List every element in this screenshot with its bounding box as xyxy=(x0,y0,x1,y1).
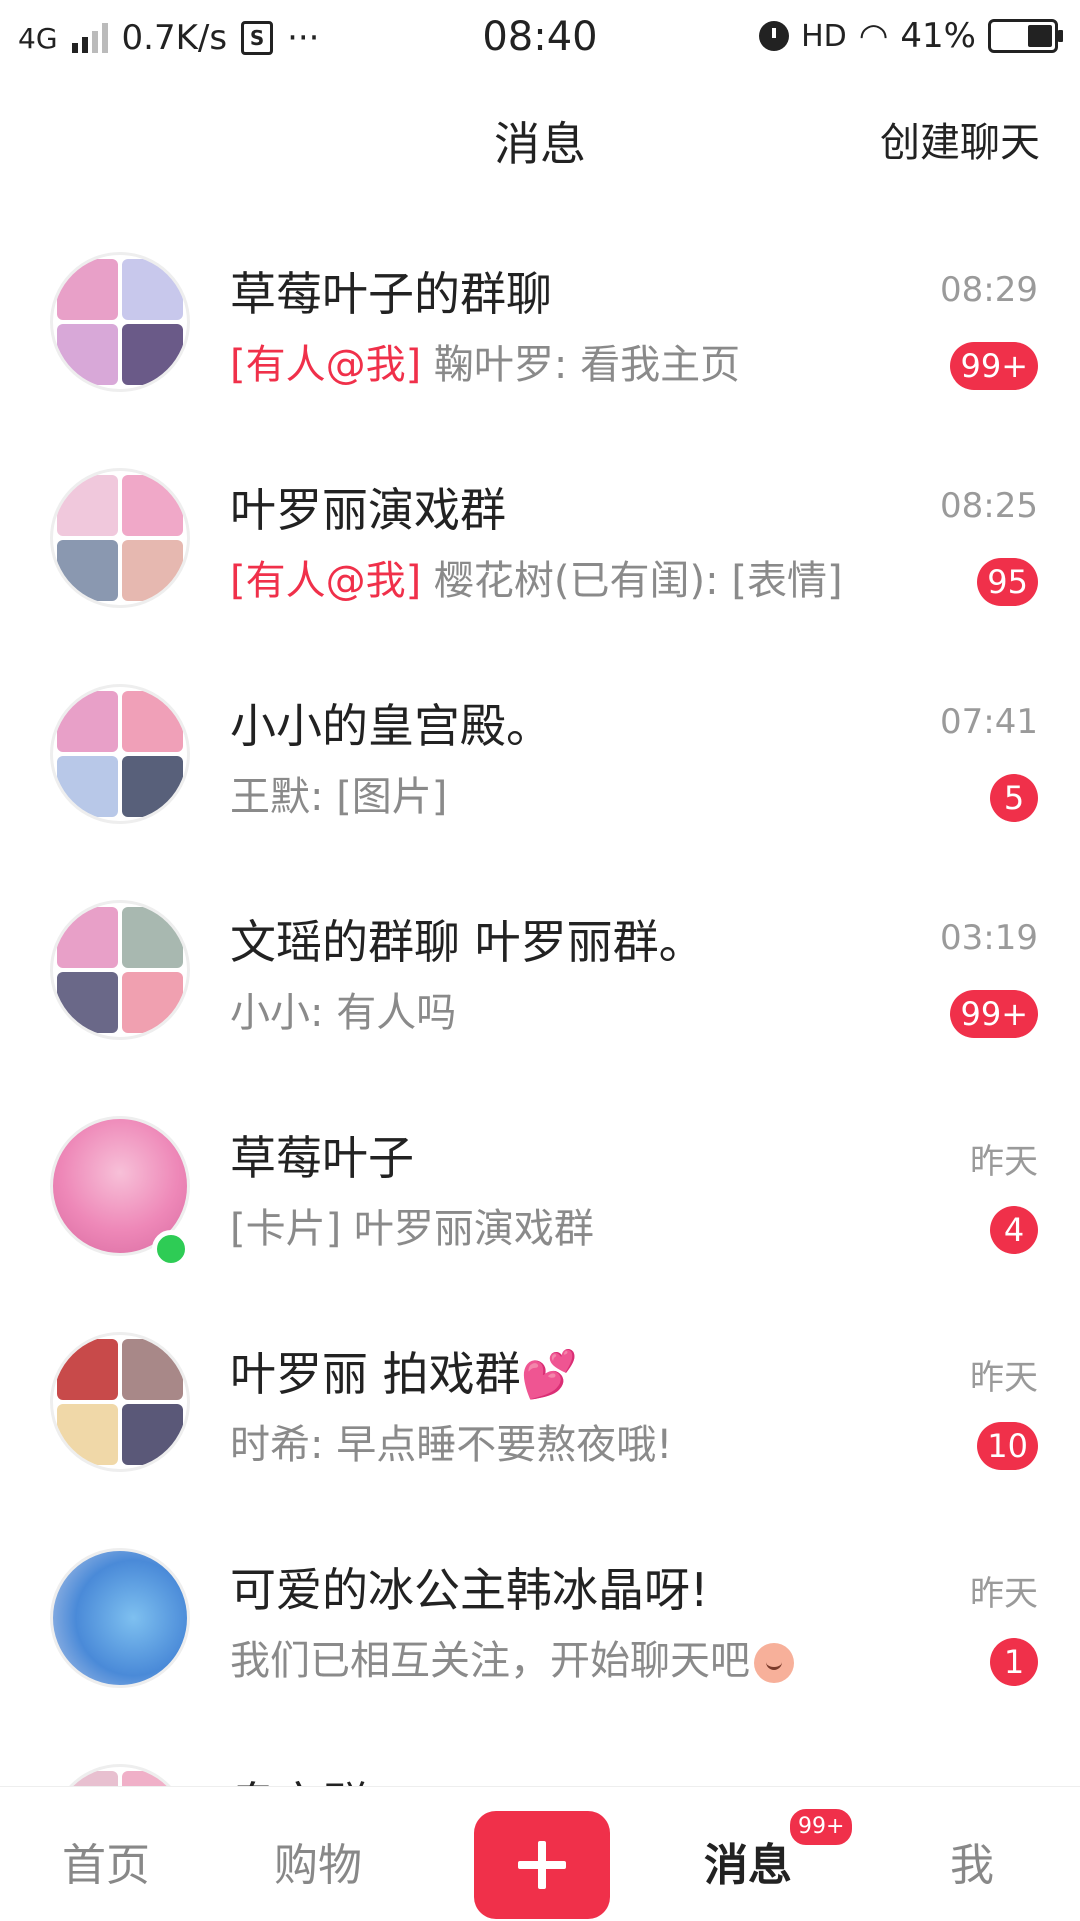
nav-messages-badge: 99+ xyxy=(788,1807,855,1847)
create-chat-button[interactable]: 创建聊天 xyxy=(880,110,1040,168)
conversation-name: 文瑶的群聊 叶罗丽群。 xyxy=(230,915,705,969)
conversation-time: 08:29 xyxy=(940,270,1038,310)
unread-badge: 4 xyxy=(990,1206,1038,1254)
peach-emoji-icon xyxy=(754,1643,794,1683)
create-post-plus-button[interactable] xyxy=(474,1811,610,1919)
conversation-preview: 小小: 有人吗 xyxy=(230,980,456,1038)
conversation-time: 03:19 xyxy=(940,918,1038,958)
nav-messages[interactable]: 消息 xyxy=(704,1829,792,1893)
page-header: 消息 创建聊天 xyxy=(0,96,1080,176)
preview-text: 时希: 早点睡不要熬夜哦! xyxy=(230,1422,673,1468)
wifi-icon: ◠ xyxy=(858,16,889,56)
conversation-item[interactable]: 叶罗丽 拍戏群💕 时希: 早点睡不要熬夜哦! 昨天 10 xyxy=(0,1316,1080,1532)
group-avatar xyxy=(50,684,190,824)
group-avatar xyxy=(50,468,190,608)
conversation-item[interactable]: 叶罗丽演戏群 [有人@我] 樱花树(已有闺): [表情] 08:25 95 xyxy=(0,452,1080,668)
conversation-name: 草莓叶子 xyxy=(230,1131,414,1185)
battery-percent: 41% xyxy=(900,16,976,56)
group-avatar xyxy=(50,1332,190,1472)
bottom-nav: 首页 购物 消息 99+ 我 xyxy=(0,1786,1080,1921)
conversation-item[interactable]: 小小的皇宫殿。 王默: [图片] 07:41 5 xyxy=(0,668,1080,884)
online-status-dot xyxy=(152,1230,190,1268)
conversation-time: 昨天 xyxy=(970,1574,1038,1614)
battery-icon xyxy=(988,19,1063,53)
hearts-emoji-icon: 💕 xyxy=(520,1347,578,1401)
status-right: HD ◠ 41% xyxy=(759,16,1063,56)
conversation-name: 叶罗丽 拍戏群💕 xyxy=(230,1338,578,1404)
conversation-time: 昨天 xyxy=(970,1358,1038,1398)
preview-text: 鞠叶罗: 看我主页 xyxy=(421,342,741,388)
conversation-item[interactable]: 草莓叶子的群聊 [有人@我] 鞠叶罗: 看我主页 08:29 99+ xyxy=(0,236,1080,452)
conversation-name-text: 叶罗丽 拍戏群 xyxy=(230,1347,521,1401)
preview-text: [卡片] 叶罗丽演戏群 xyxy=(230,1206,594,1252)
preview-text: 樱花树(已有闺): [表情] xyxy=(421,558,843,604)
conversation-item[interactable]: 可爱的冰公主韩冰晶呀! 我们已相互关注，开始聊天吧 昨天 1 xyxy=(0,1532,1080,1748)
conversation-preview: [有人@我] 鞠叶罗: 看我主页 xyxy=(230,332,740,390)
conversation-time: 08:25 xyxy=(940,486,1038,526)
conversation-name: 叶罗丽演戏群 xyxy=(230,483,506,537)
nav-me[interactable]: 我 xyxy=(950,1829,994,1893)
conversation-item[interactable]: 文瑶的群聊 叶罗丽群。 小小: 有人吗 03:19 99+ xyxy=(0,884,1080,1100)
preview-text: 小小: 有人吗 xyxy=(230,990,457,1036)
conversation-name: 可爱的冰公主韩冰晶呀! xyxy=(230,1563,709,1617)
preview-text: 王默: [图片] xyxy=(230,774,448,820)
user-avatar xyxy=(50,1548,190,1688)
mention-tag: [有人@我] xyxy=(230,558,422,604)
unread-badge: 95 xyxy=(977,558,1038,606)
mention-tag: [有人@我] xyxy=(230,342,422,388)
group-avatar xyxy=(50,252,190,392)
conversation-time: 昨天 xyxy=(970,1142,1038,1182)
conversation-item[interactable]: 草莓叶子 [卡片] 叶罗丽演戏群 昨天 4 xyxy=(0,1100,1080,1316)
status-bar: 4G 0.7K/s S ··· 08:40 HD ◠ 41% xyxy=(0,0,1080,76)
conversation-preview: [有人@我] 樱花树(已有闺): [表情] xyxy=(230,548,843,606)
unread-badge: 1 xyxy=(990,1638,1038,1686)
conversation-preview: 我们已相互关注，开始聊天吧 xyxy=(230,1628,794,1686)
preview-text: 我们已相互关注，开始聊天吧 xyxy=(230,1638,750,1684)
conversation-preview: [卡片] 叶罗丽演戏群 xyxy=(230,1196,594,1254)
unread-badge: 10 xyxy=(977,1422,1038,1470)
conversation-name: 草莓叶子的群聊 xyxy=(230,267,552,321)
unread-badge: 99+ xyxy=(950,342,1038,390)
unread-badge: 99+ xyxy=(950,990,1038,1038)
conversation-preview: 时希: 早点睡不要熬夜哦! xyxy=(230,1412,672,1470)
unread-badge: 5 xyxy=(990,774,1038,822)
alarm-icon xyxy=(759,21,790,51)
nav-shop[interactable]: 购物 xyxy=(274,1829,362,1893)
conversation-preview: 王默: [图片] xyxy=(230,764,447,822)
conversation-time: 07:41 xyxy=(940,702,1038,742)
conversation-name: 小小的皇宫殿。 xyxy=(230,699,552,753)
nav-home[interactable]: 首页 xyxy=(62,1829,150,1893)
group-avatar xyxy=(50,900,190,1040)
hd-label: HD xyxy=(801,18,847,54)
conversation-list: 草莓叶子的群聊 [有人@我] 鞠叶罗: 看我主页 08:29 99+ 叶罗丽演戏… xyxy=(0,236,1080,1808)
